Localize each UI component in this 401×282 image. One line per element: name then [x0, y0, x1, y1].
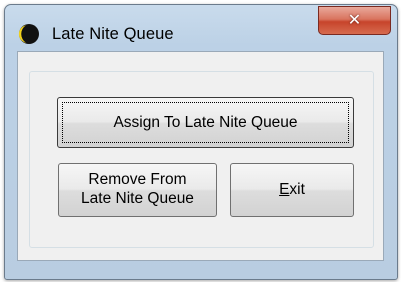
moon-icon: [18, 23, 40, 45]
exit-button[interactable]: Exit: [230, 163, 354, 217]
assign-button-label: Assign To Late Nite Queue: [113, 114, 298, 131]
dialog-window: Late Nite Queue ✕ Assign To Late Nite Qu…: [4, 4, 398, 280]
window-title: Late Nite Queue: [52, 25, 174, 43]
assign-to-queue-button[interactable]: Assign To Late Nite Queue: [57, 97, 354, 148]
close-button[interactable]: ✕: [318, 6, 391, 35]
remove-button-label-line2: Late Nite Queue: [81, 190, 194, 207]
title-bar[interactable]: Late Nite Queue ✕: [5, 5, 397, 51]
dialog-body: Assign To Late Nite Queue Remove From La…: [17, 51, 384, 261]
exit-mnemonic-letter: E: [279, 181, 290, 198]
close-icon: ✕: [347, 10, 362, 29]
remove-from-queue-button[interactable]: Remove From Late Nite Queue: [58, 163, 217, 217]
remove-button-label-line1: Remove From: [88, 171, 187, 188]
exit-button-label: xit: [289, 181, 305, 198]
